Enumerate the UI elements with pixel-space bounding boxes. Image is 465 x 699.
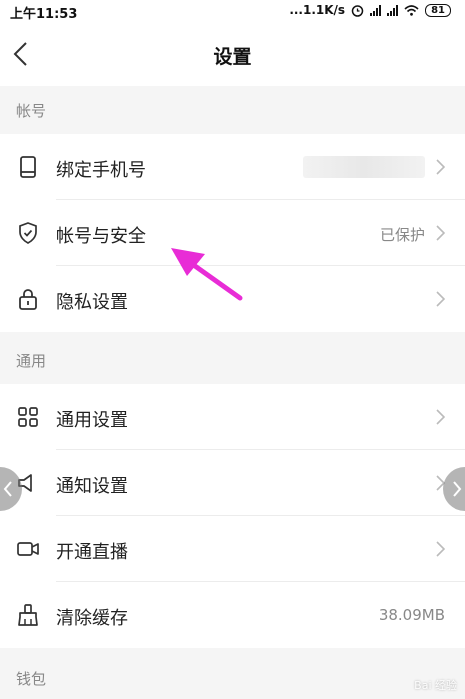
grid-icon bbox=[18, 407, 38, 427]
settings-item-label: 开通直播 bbox=[56, 542, 128, 563]
settings-item-label: 帐号与安全 bbox=[56, 226, 146, 247]
annotation-arrow-icon bbox=[171, 248, 243, 301]
chevron-right-icon bbox=[436, 291, 445, 307]
broom-icon bbox=[18, 604, 38, 626]
chevron-right-icon bbox=[436, 541, 445, 557]
wifi-icon bbox=[404, 4, 419, 16]
status-time: 上午11:53 bbox=[10, 7, 78, 22]
settings-item-live-stream[interactable]: 开通直播 bbox=[0, 516, 465, 582]
settings-item-bind-phone[interactable]: 绑定手机号 bbox=[0, 134, 465, 200]
watermark: Bai 经验 bbox=[414, 679, 457, 692]
signal-icon bbox=[370, 4, 382, 16]
section-label-wallet: 钱包 bbox=[16, 670, 47, 688]
settings-item-clear-cache[interactable]: 清除缓存 38.09MB bbox=[0, 582, 465, 648]
settings-item-label: 清除缓存 bbox=[56, 608, 128, 629]
settings-item-label: 隐私设置 bbox=[56, 292, 128, 313]
section-label-general: 通用 bbox=[16, 352, 47, 370]
chevron-right-icon bbox=[436, 409, 445, 425]
video-camera-icon bbox=[17, 542, 39, 556]
chevron-right-icon bbox=[453, 481, 462, 497]
chevron-left-icon bbox=[3, 481, 12, 497]
general-group: 通用设置 通知设置 开通直播 清除缓存 38.09MB bbox=[0, 384, 465, 648]
battery-icon: 81 bbox=[425, 3, 451, 17]
settings-item-notifications[interactable]: 通知设置 bbox=[0, 450, 465, 516]
settings-item-general[interactable]: 通用设置 bbox=[0, 384, 465, 450]
phone-icon bbox=[20, 156, 36, 178]
cache-size-value: 38.09MB bbox=[378, 606, 445, 624]
section-label-account: 帐号 bbox=[16, 102, 47, 120]
settings-item-label: 绑定手机号 bbox=[56, 160, 146, 181]
masked-phone-number bbox=[303, 156, 425, 178]
alarm-icon bbox=[351, 4, 364, 17]
account-group: 绑定手机号 帐号与安全 已保护 隐私设置 bbox=[0, 134, 465, 332]
lock-icon bbox=[19, 289, 37, 310]
security-status-value: 已保护 bbox=[379, 226, 425, 244]
status-bar: 上午11:53 ...1.1K/s 81 bbox=[0, 0, 465, 22]
chevron-right-icon bbox=[436, 159, 445, 175]
settings-item-label: 通知设置 bbox=[56, 476, 128, 497]
settings-item-label: 通用设置 bbox=[56, 410, 128, 431]
page-title: 设置 bbox=[213, 46, 252, 68]
signal-icon bbox=[387, 4, 399, 16]
chevron-right-icon bbox=[436, 225, 445, 241]
shield-check-icon bbox=[19, 222, 37, 244]
network-speed: ...1.1K/s bbox=[289, 3, 346, 17]
navigation-header: 设置 bbox=[0, 22, 465, 86]
status-icons: ...1.1K/s 81 bbox=[289, 3, 451, 17]
